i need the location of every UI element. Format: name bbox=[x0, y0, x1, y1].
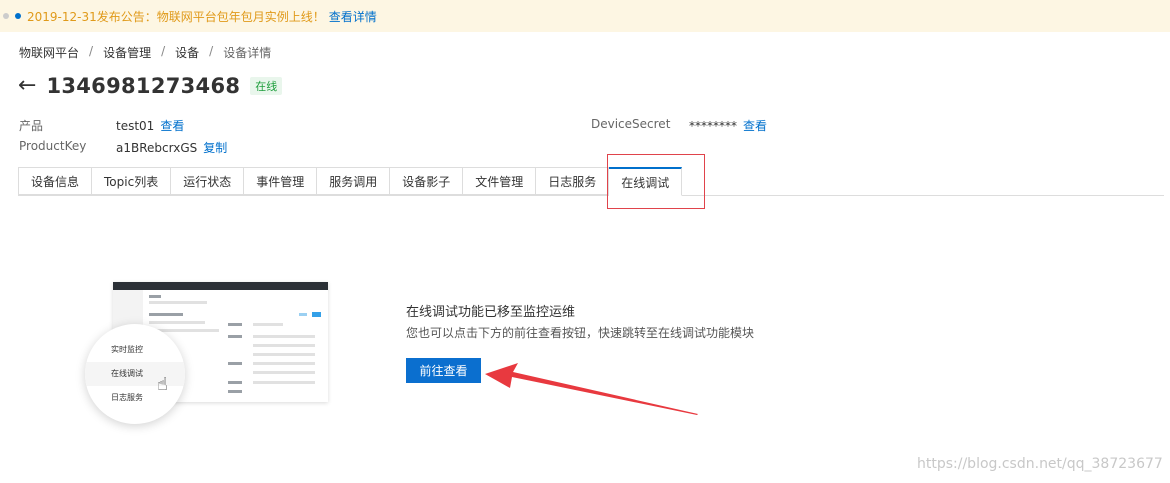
illustration: 实时监控 在线调试 日志服务 ☝ bbox=[85, 282, 330, 424]
productkey-copy-link[interactable]: 复制 bbox=[203, 141, 227, 155]
annotation-highlight-box bbox=[607, 154, 705, 209]
announcement-text: 2019-12-31发布公告：物联网平台包年包月实例上线！ bbox=[27, 9, 325, 24]
announcement-bar: 2019-12-31发布公告：物联网平台包年包月实例上线！ 查看详情 bbox=[0, 0, 1170, 32]
product-view-link[interactable]: 查看 bbox=[160, 119, 184, 133]
tab-log-service[interactable]: 日志服务 bbox=[536, 167, 610, 195]
breadcrumb-separator: / bbox=[161, 44, 166, 58]
devicesecret-value: ******** bbox=[689, 119, 737, 133]
tab-run-status[interactable]: 运行状态 bbox=[171, 167, 245, 195]
inactive-dot-icon bbox=[3, 13, 9, 19]
product-label: 产品 bbox=[19, 119, 44, 133]
tab-event-management[interactable]: 事件管理 bbox=[244, 167, 318, 195]
page-header: ← 1346981273468 在线 bbox=[18, 74, 283, 98]
announcement-details-link[interactable]: 查看详情 bbox=[329, 8, 377, 25]
moved-notice-subtitle: 您也可以点击下方的前往查看按钮，快速跳转至在线调试功能模块 bbox=[406, 326, 755, 340]
productkey-label: ProductKey bbox=[19, 139, 87, 153]
illustration-menu-item: 日志服务 bbox=[111, 393, 143, 402]
illustration-menu-item: 实时监控 bbox=[111, 345, 143, 354]
tab-bar: 设备信息 Topic列表 运行状态 事件管理 服务调用 设备影子 文件管理 日志… bbox=[18, 167, 1164, 196]
devicesecret-field: ******** 查看 bbox=[689, 117, 767, 134]
breadcrumb-device-detail: 设备详情 bbox=[223, 46, 272, 60]
illustration-menu-item: 在线调试 bbox=[85, 362, 185, 386]
go-view-button[interactable]: 前往查看 bbox=[406, 358, 481, 383]
breadcrumb-separator: / bbox=[89, 44, 94, 58]
active-dot-icon bbox=[15, 13, 21, 19]
page-title: 1346981273468 bbox=[46, 74, 241, 98]
productkey-field: a1BRebcrxGS 复制 bbox=[116, 139, 227, 156]
tab-file-management[interactable]: 文件管理 bbox=[463, 167, 537, 195]
devicesecret-label: DeviceSecret bbox=[591, 117, 671, 131]
devicesecret-view-link[interactable]: 查看 bbox=[743, 119, 767, 133]
productkey-value: a1BRebcrxGS bbox=[116, 141, 198, 155]
tab-topic-list[interactable]: Topic列表 bbox=[92, 167, 172, 195]
tab-device-info[interactable]: 设备信息 bbox=[18, 167, 93, 195]
breadcrumb-device[interactable]: 设备 bbox=[175, 44, 199, 61]
status-badge: 在线 bbox=[250, 77, 283, 95]
annotation-arrow-icon bbox=[485, 363, 698, 415]
breadcrumb-separator: / bbox=[209, 44, 214, 58]
watermark: https://blog.csdn.net/qq_38723677 bbox=[917, 456, 1163, 472]
product-field: test01 查看 bbox=[116, 117, 184, 134]
tab-device-shadow[interactable]: 设备影子 bbox=[390, 167, 464, 195]
breadcrumb-device-management[interactable]: 设备管理 bbox=[103, 44, 151, 61]
pointer-hand-icon: ☝ bbox=[157, 374, 168, 395]
product-value: test01 bbox=[116, 119, 155, 133]
moved-notice-title: 在线调试功能已移至监控运维 bbox=[406, 305, 576, 320]
breadcrumb: 物联网平台 / 设备管理 / 设备 / 设备详情 bbox=[19, 44, 271, 61]
breadcrumb-iot-platform[interactable]: 物联网平台 bbox=[19, 44, 79, 61]
illustration-menu-circle: 实时监控 在线调试 日志服务 bbox=[85, 324, 185, 424]
tab-service-call[interactable]: 服务调用 bbox=[317, 167, 391, 195]
back-arrow-icon[interactable]: ← bbox=[18, 75, 36, 97]
